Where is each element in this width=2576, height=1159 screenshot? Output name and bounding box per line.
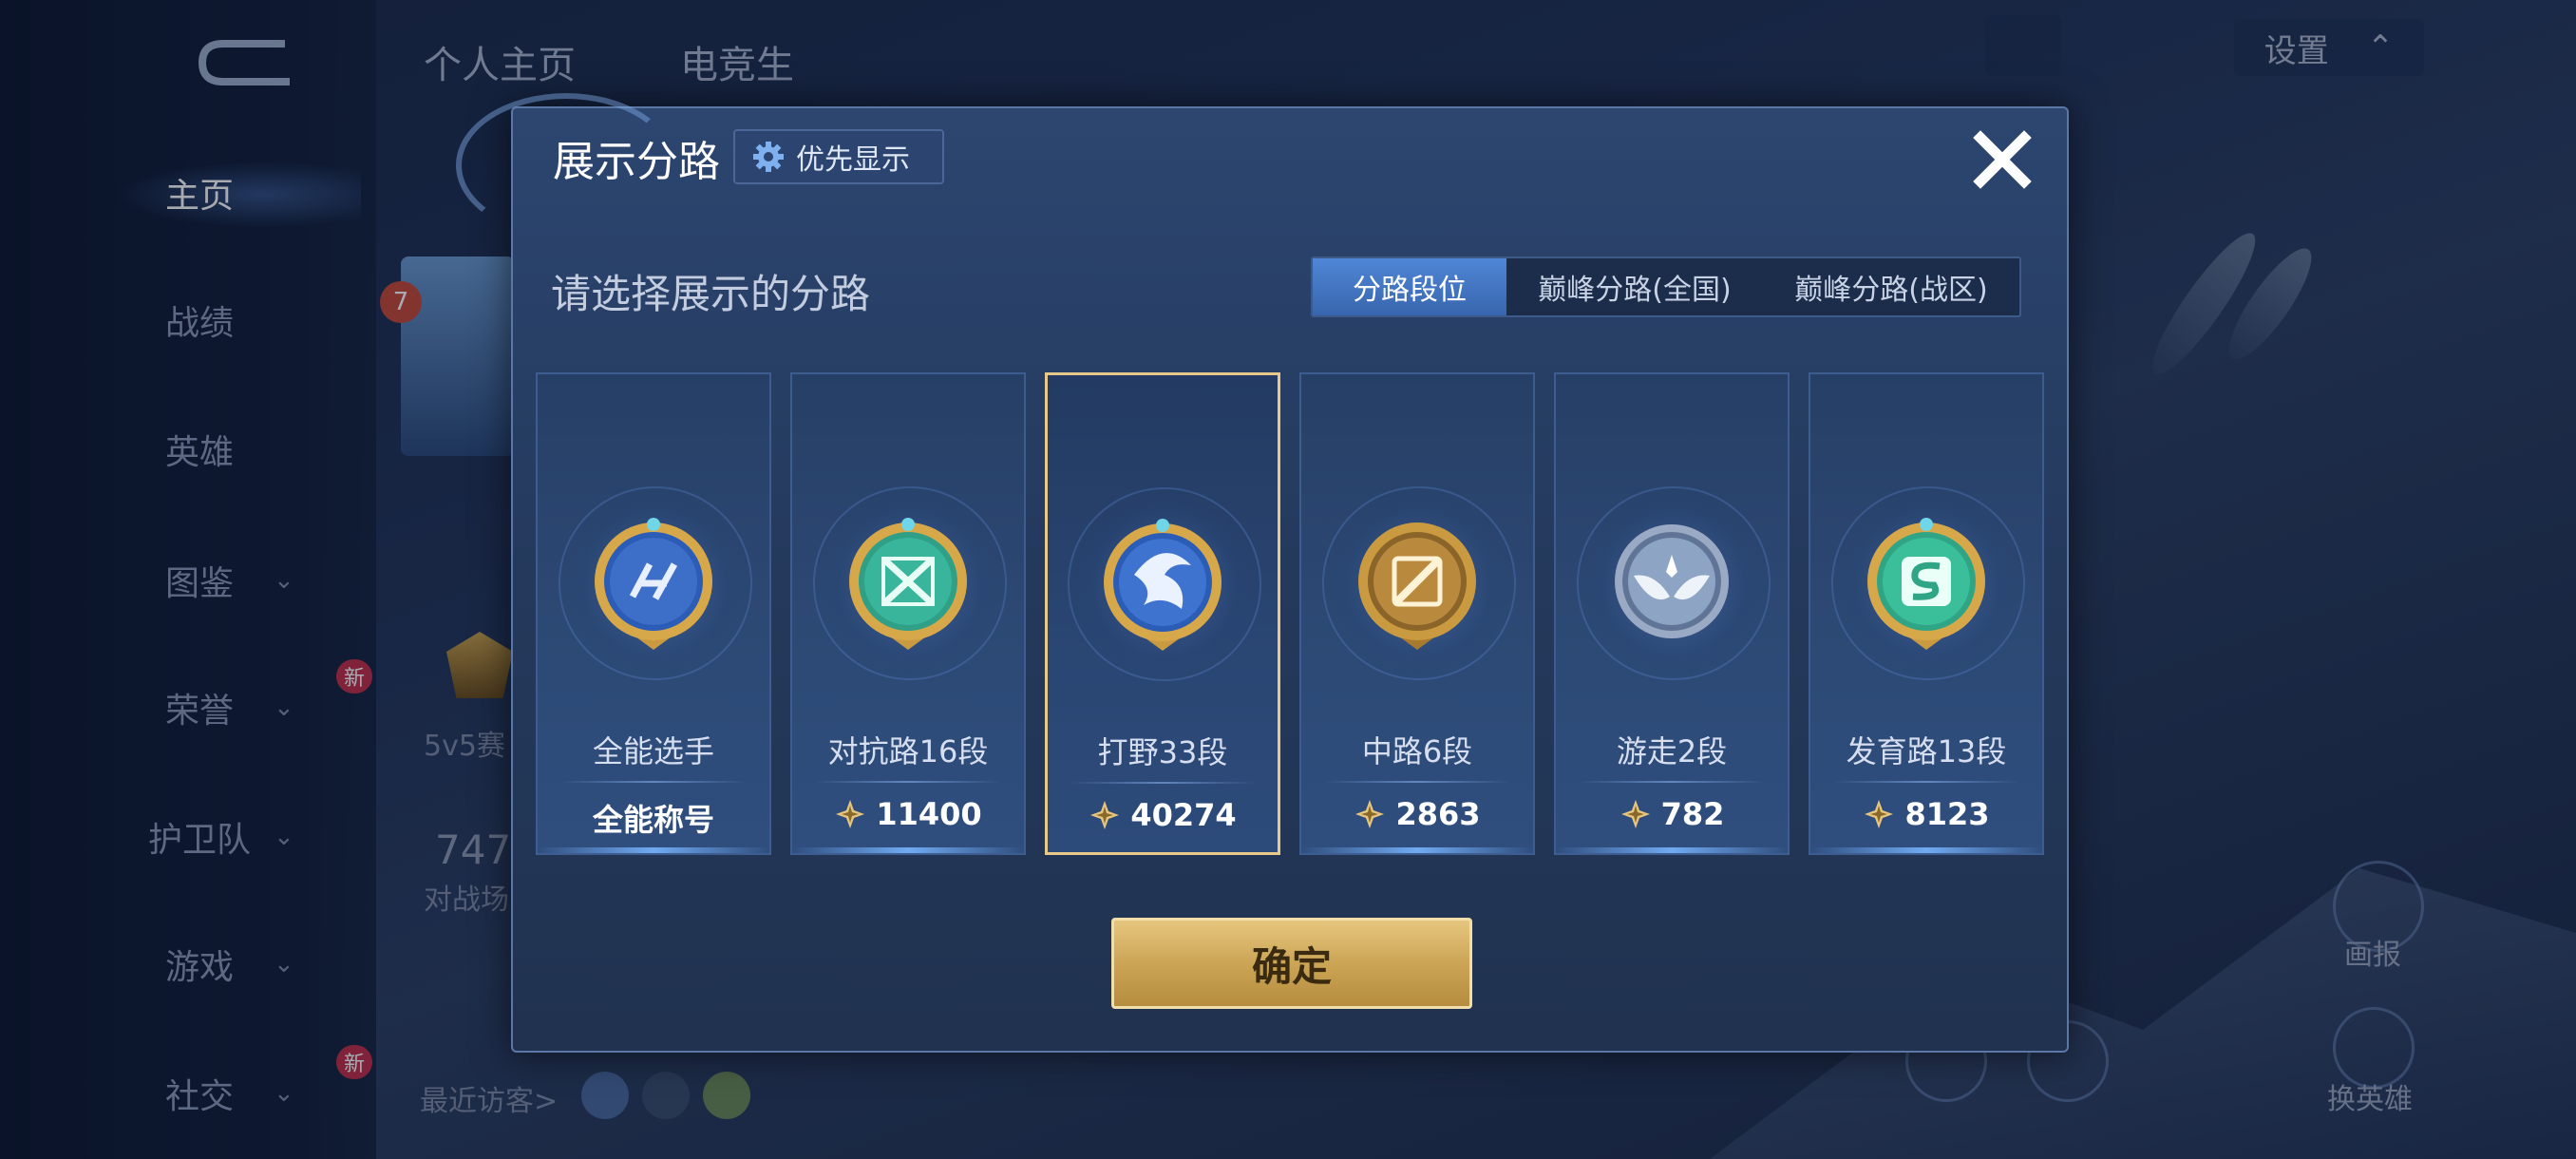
mid-lane-emblem-icon	[1358, 522, 1476, 650]
card-divider	[1070, 782, 1255, 784]
rank-point-icon	[836, 800, 865, 828]
gear-icon	[753, 142, 784, 172]
lane-card-clash[interactable]: 对抗路16段 11400	[790, 372, 1026, 855]
lane-display-dialog: 展示分路 优先显示 请选择展示的分路 分路段位 巅峰分路(全国) 巅峰分路(战区…	[456, 93, 2069, 1053]
card-divider	[1579, 781, 1765, 783]
card-value-text: 782	[1660, 796, 1725, 832]
tab-peak-region[interactable]: 巅峰分路(战区)	[1763, 258, 2019, 315]
close-button[interactable]	[1964, 122, 2040, 198]
card-glow	[1556, 847, 1788, 853]
card-title: 打野33段	[1097, 734, 1228, 770]
close-icon	[1973, 130, 2032, 189]
card-divider	[1833, 781, 2019, 783]
priority-display-button[interactable]: 优先显示	[733, 129, 944, 184]
lane-tabs: 分路段位 巅峰分路(全国) 巅峰分路(战区)	[1311, 256, 2021, 317]
card-value-text: 11400	[876, 796, 982, 832]
card-glow	[538, 847, 769, 853]
card-title: 中路6段	[1361, 733, 1473, 770]
roam-emblem-icon	[1615, 524, 1729, 638]
card-value: 11400	[792, 796, 1024, 832]
confirm-button[interactable]: 确定	[1111, 918, 1472, 1009]
clash-lane-emblem-icon	[849, 518, 967, 650]
card-value-text: 8123	[1904, 796, 1990, 832]
lane-card-mid[interactable]: 中路6段 2863	[1299, 372, 1535, 855]
card-title: 对抗路16段	[827, 733, 989, 770]
card-title: 全能选手	[592, 733, 714, 770]
card-value: 40274	[1048, 797, 1278, 833]
card-value: 8123	[1810, 796, 2042, 832]
rank-point-icon	[1090, 801, 1120, 829]
card-title: 游走2段	[1616, 733, 1728, 770]
allround-emblem-icon	[595, 518, 712, 650]
card-title: 发育路13段	[1846, 733, 2007, 770]
card-glow	[1810, 847, 2042, 853]
rank-point-icon	[1355, 800, 1385, 828]
rank-point-icon	[1865, 800, 1894, 828]
jungle-emblem-icon	[1104, 519, 1222, 651]
card-glow	[792, 847, 1024, 853]
lane-card-farm[interactable]: 发育路13段 8123	[1809, 372, 2044, 855]
lane-card-allround[interactable]: 全能选手 全能称号	[536, 372, 771, 855]
tab-lane-rank[interactable]: 分路段位	[1313, 258, 1506, 315]
card-divider	[815, 781, 1001, 783]
card-value-text: 全能称号	[592, 802, 714, 838]
card-value: 2863	[1301, 796, 1533, 832]
lane-cards: 全能选手 全能称号 对抗路16段 11400 打野33段 40274 中路6段 …	[536, 372, 2046, 857]
rank-point-icon	[1620, 800, 1650, 828]
card-value: 782	[1556, 796, 1788, 832]
card-divider	[560, 781, 747, 783]
farm-lane-emblem-icon	[1867, 518, 1985, 650]
tab-peak-national[interactable]: 巅峰分路(全国)	[1506, 258, 1763, 315]
lane-card-roam[interactable]: 游走2段 782	[1554, 372, 1790, 855]
select-prompt: 请选择展示的分路	[551, 271, 871, 317]
card-value-text: 40274	[1130, 797, 1237, 833]
card-value: 全能称号	[538, 796, 769, 840]
card-divider	[1324, 781, 1510, 783]
card-glow	[1301, 847, 1533, 853]
dialog-title: 展示分路	[553, 138, 720, 186]
card-value-text: 2863	[1395, 796, 1481, 832]
lane-card-jungle[interactable]: 打野33段 40274	[1045, 372, 1280, 855]
priority-label: 优先显示	[796, 143, 910, 177]
